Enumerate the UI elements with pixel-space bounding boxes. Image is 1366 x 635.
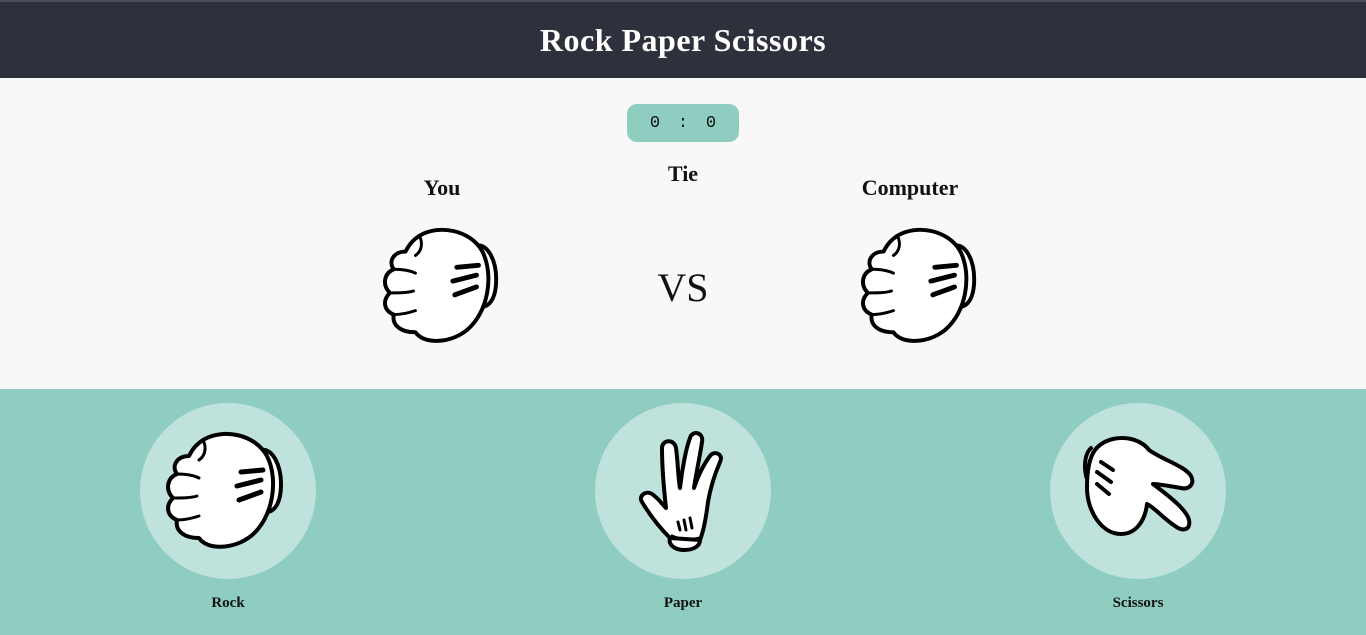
scissors-circle[interactable] bbox=[1050, 403, 1226, 579]
rock-fist-icon bbox=[166, 431, 283, 549]
choice-panel: Rock Paper Scissors bbox=[0, 389, 1366, 635]
versus-text: VS bbox=[657, 265, 709, 310]
score-separator: : bbox=[677, 113, 689, 133]
round-result: Tie bbox=[667, 161, 699, 186]
scissors-hand-icon bbox=[1083, 436, 1195, 536]
rock-button[interactable]: Rock bbox=[140, 403, 316, 623]
computer-choice-rock-fist-icon bbox=[858, 222, 986, 350]
paper-circle[interactable] bbox=[595, 403, 771, 579]
scoreboard: 0 : 0 bbox=[627, 104, 739, 142]
app-header: Rock Paper Scissors bbox=[0, 0, 1366, 78]
rock-label: Rock bbox=[211, 595, 245, 611]
player-choice-rock-fist-icon bbox=[380, 222, 508, 350]
paper-open-hand-icon bbox=[639, 431, 723, 552]
paper-button[interactable]: Paper bbox=[595, 403, 771, 623]
app-title: Rock Paper Scissors bbox=[539, 21, 827, 58]
rock-circle[interactable] bbox=[140, 403, 316, 579]
player-label: You bbox=[423, 175, 461, 200]
scissors-label: Scissors bbox=[1112, 595, 1164, 611]
computer-score: 0 bbox=[705, 113, 717, 133]
battle-arena: 0 : 0 You Tie Computer VS bbox=[0, 78, 1366, 389]
player-score: 0 bbox=[649, 113, 661, 133]
computer-label: Computer bbox=[861, 175, 959, 200]
paper-label: Paper bbox=[663, 595, 703, 611]
scissors-button[interactable]: Scissors bbox=[1050, 403, 1226, 623]
